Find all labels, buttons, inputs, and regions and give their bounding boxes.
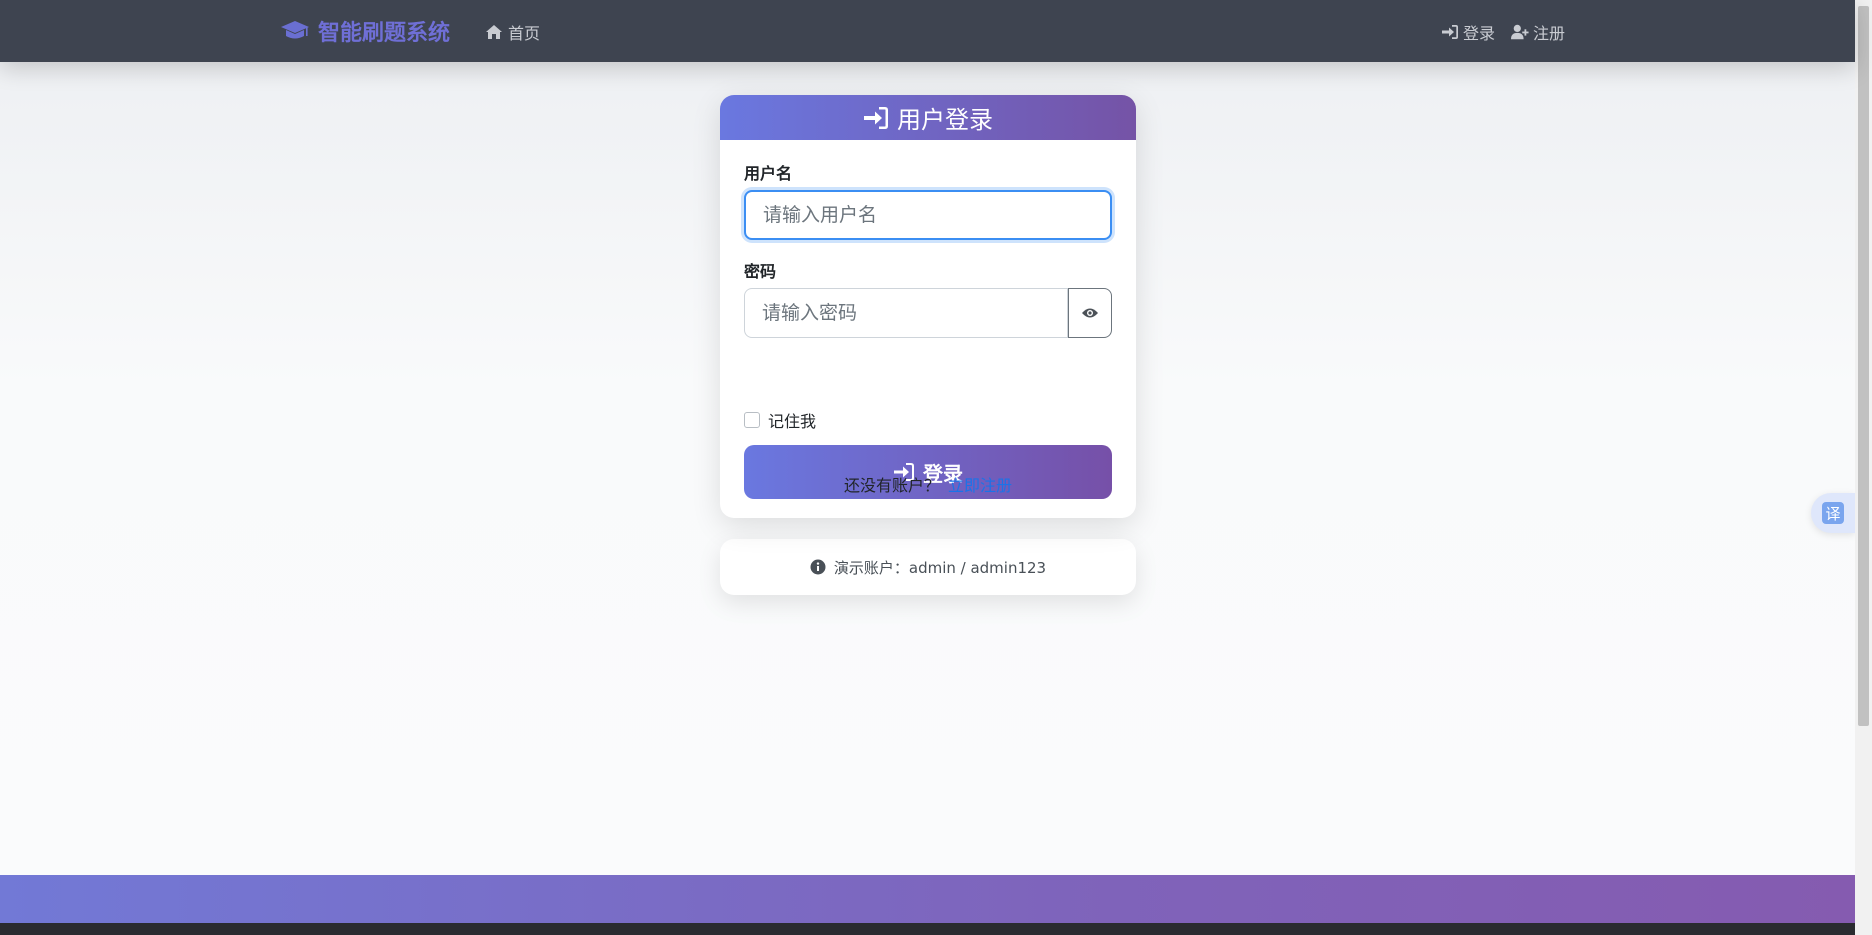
footer-bar: [0, 875, 1855, 923]
login-card-header: 用户登录: [720, 95, 1136, 140]
register-prompt: 还没有账户？ 立即注册: [720, 472, 1136, 496]
nav-register-label: 注册: [1532, 24, 1565, 43]
toggle-password-button[interactable]: [1068, 288, 1112, 338]
brand-name: 智能刷题系统: [318, 21, 451, 46]
scrollbar-thumb[interactable]: [1858, 6, 1869, 726]
login-form: 用户名 密码 记住我 登录: [720, 140, 1136, 518]
nav-right-group: 登录 注册: [1441, 20, 1565, 44]
nav-home-label: 首页: [508, 24, 541, 43]
nav-login-link[interactable]: 登录: [1441, 20, 1495, 44]
nav-login-label: 登录: [1462, 24, 1495, 43]
translate-icon: 译: [1822, 502, 1844, 524]
remember-checkbox[interactable]: [744, 412, 760, 428]
translate-button[interactable]: 译: [1811, 493, 1855, 533]
username-label: 用户名: [744, 164, 793, 183]
eye-icon: [1082, 308, 1098, 318]
password-label: 密码: [744, 262, 777, 281]
demo-account-text: 演示账户：admin / admin123: [833, 558, 1047, 577]
footer-bottom-strip: [0, 923, 1855, 935]
login-card: 用户登录 用户名 密码 记住我 登录 还没有账户？ 立即注册: [720, 95, 1136, 518]
graduation-cap-icon: [281, 21, 309, 39]
sign-in-icon: [1441, 25, 1458, 39]
demo-account-card: 演示账户：admin / admin123: [720, 539, 1136, 595]
sign-in-icon: [864, 106, 888, 129]
username-input[interactable]: [744, 190, 1112, 240]
nav-home-link[interactable]: 首页: [485, 20, 540, 44]
home-icon: [486, 25, 502, 39]
remember-me: 记住我: [744, 408, 816, 432]
register-now-link[interactable]: 立即注册: [948, 476, 1012, 495]
info-circle-icon: [810, 559, 826, 575]
user-plus-icon: [1510, 24, 1529, 40]
top-navbar: 智能刷题系统 首页 登录 注册: [0, 0, 1855, 62]
remember-label: 记住我: [768, 412, 817, 431]
no-account-text: 还没有账户？: [843, 476, 940, 495]
password-input[interactable]: [744, 288, 1068, 338]
brand-link[interactable]: 智能刷题系统: [280, 14, 450, 48]
login-card-title: 用户登录: [897, 106, 993, 134]
nav-register-link[interactable]: 注册: [1510, 20, 1565, 44]
